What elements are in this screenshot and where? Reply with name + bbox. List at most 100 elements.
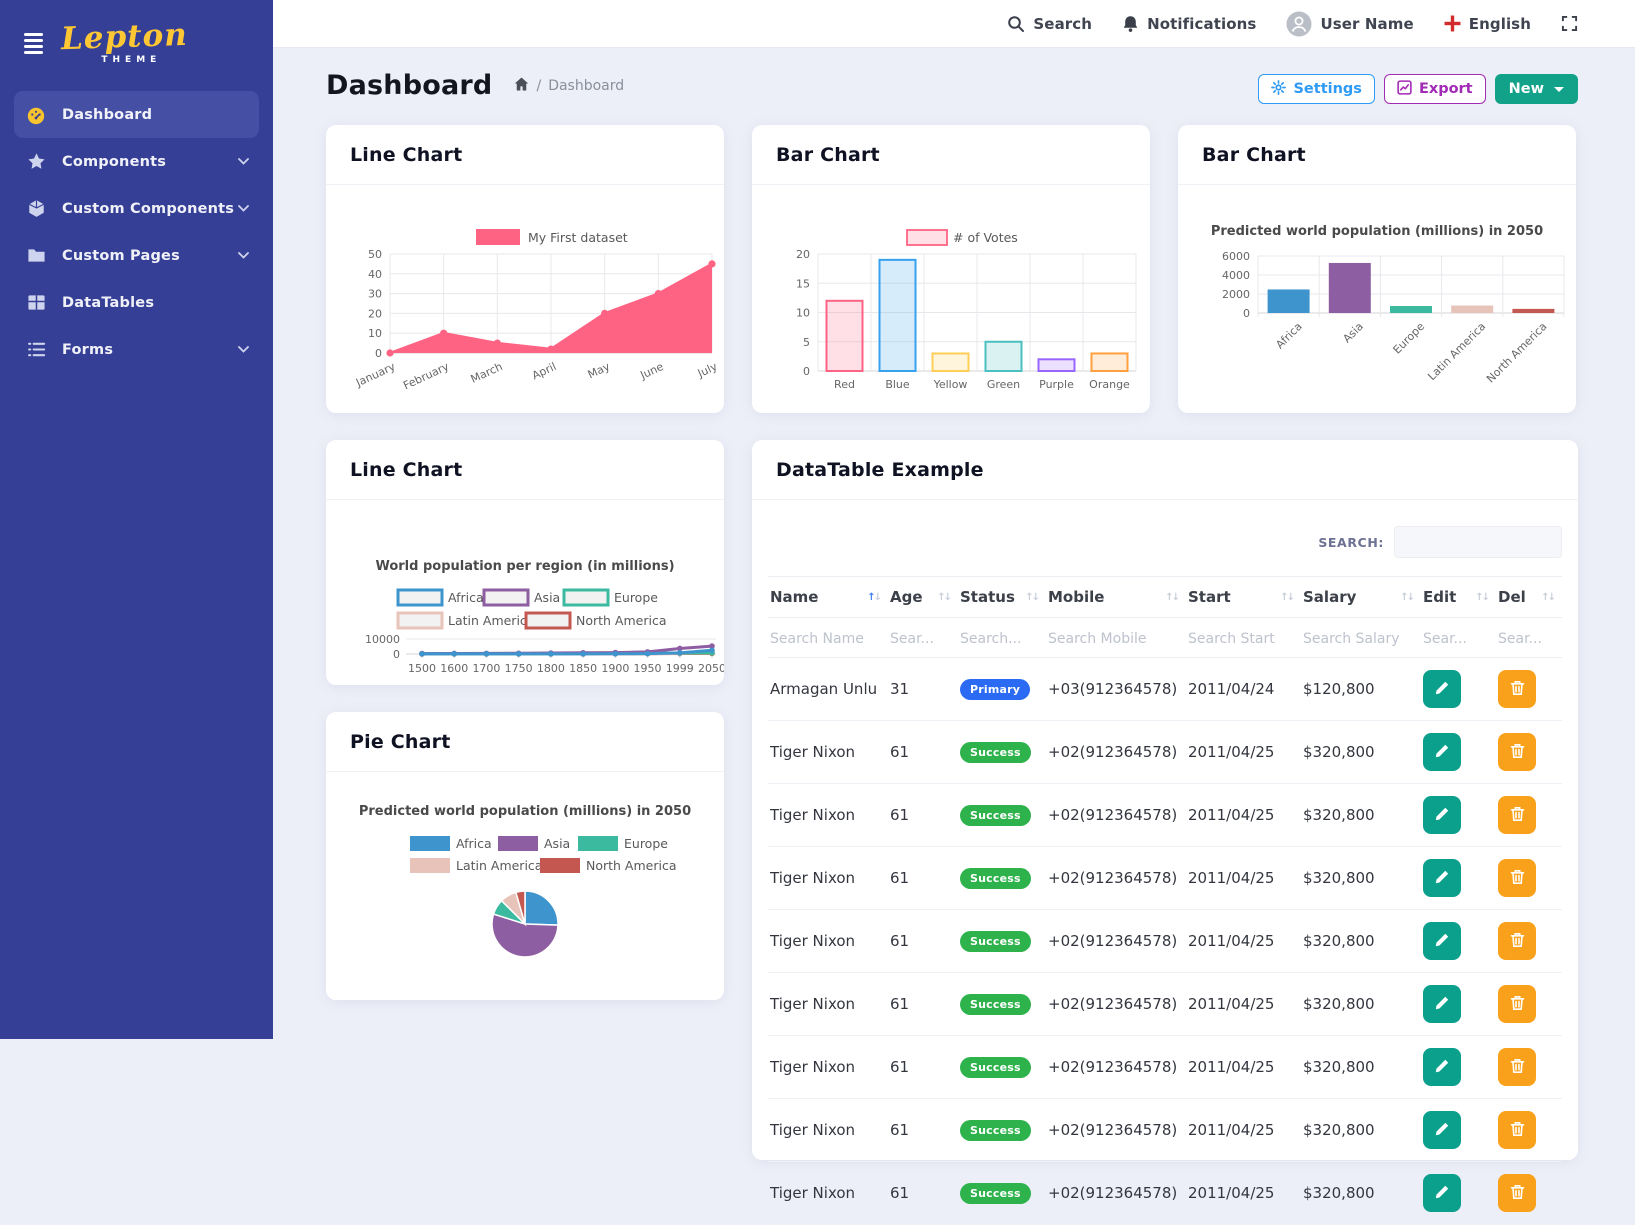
delete-button[interactable] xyxy=(1498,859,1536,897)
datatable-search-input[interactable] xyxy=(1394,526,1562,558)
edit-button[interactable] xyxy=(1423,733,1461,771)
settings-button[interactable]: Settings xyxy=(1258,74,1374,104)
filter-input-del[interactable] xyxy=(1498,631,1551,647)
cell-name: Tiger Nixon xyxy=(768,1036,888,1099)
bell-icon xyxy=(1122,15,1139,33)
svg-text:1850: 1850 xyxy=(569,662,597,675)
menu-toggle-icon[interactable] xyxy=(24,33,43,54)
column-header-salary[interactable]: Salary↑↓ xyxy=(1301,577,1421,618)
table-row: Tiger Nixon61Success+02(912364578)2011/0… xyxy=(768,910,1562,973)
topbar-language[interactable]: English xyxy=(1444,15,1531,33)
delete-button[interactable] xyxy=(1498,985,1536,1023)
status-badge: Success xyxy=(960,994,1031,1015)
chevron-down-icon xyxy=(238,346,249,353)
fullscreen-button[interactable] xyxy=(1561,15,1578,32)
cell-mobile: +02(912364578) xyxy=(1046,1162,1186,1225)
filter-input-name[interactable] xyxy=(770,631,875,647)
svg-text:0: 0 xyxy=(1243,307,1250,320)
topbar-user[interactable]: User Name xyxy=(1286,11,1413,37)
folder-icon xyxy=(26,246,46,266)
toolbar: Settings Export New xyxy=(1258,74,1578,104)
svg-text:1700: 1700 xyxy=(472,662,500,675)
delete-button[interactable] xyxy=(1498,1111,1536,1149)
svg-text:4000: 4000 xyxy=(1222,269,1250,282)
sidebar-item-datatables[interactable]: DataTables xyxy=(14,279,259,326)
sort-icons: ↑↓ xyxy=(1400,592,1413,603)
new-button[interactable]: New xyxy=(1495,74,1578,104)
column-header-del[interactable]: Del↑↓ xyxy=(1496,577,1562,618)
column-header-status[interactable]: Status↑↓ xyxy=(958,577,1046,618)
card-line-chart-2: Line Chart World population per region (… xyxy=(326,440,724,685)
chevron-down-icon xyxy=(238,205,249,212)
edit-button[interactable] xyxy=(1423,859,1461,897)
cell-name: Armagan Unlu xyxy=(768,658,888,721)
column-header-age[interactable]: Age↑↓ xyxy=(888,577,958,618)
trash-icon xyxy=(1510,932,1525,951)
topbar-user-label: User Name xyxy=(1320,15,1413,33)
pencil-icon xyxy=(1434,995,1450,1014)
sidebar-item-dashboard[interactable]: Dashboard xyxy=(14,91,259,138)
sidebar-item-forms[interactable]: Forms xyxy=(14,326,259,373)
cell-start: 2011/04/24 xyxy=(1186,658,1301,721)
topbar-notifications[interactable]: Notifications xyxy=(1122,15,1256,33)
cell-age: 61 xyxy=(888,721,958,784)
page-title: Dashboard xyxy=(326,70,492,101)
column-label: Start xyxy=(1188,588,1231,606)
filter-input-edit[interactable] xyxy=(1423,631,1485,647)
logo[interactable]: Lepton THEME xyxy=(61,22,188,65)
svg-text:10000: 10000 xyxy=(365,633,400,646)
sidebar-item-custom-components[interactable]: Custom Components xyxy=(14,185,259,232)
filter-input-mobile[interactable] xyxy=(1048,631,1172,647)
card-title: Bar Chart xyxy=(776,144,880,166)
svg-text:0: 0 xyxy=(393,648,400,661)
delete-button[interactable] xyxy=(1498,670,1536,708)
filter-input-start[interactable] xyxy=(1188,631,1288,647)
column-header-edit[interactable]: Edit↑↓ xyxy=(1421,577,1496,618)
edit-button[interactable] xyxy=(1423,670,1461,708)
edit-button[interactable] xyxy=(1423,1111,1461,1149)
cell-start: 2011/04/25 xyxy=(1186,1036,1301,1099)
svg-text:Blue: Blue xyxy=(885,378,910,391)
topbar-search[interactable]: Search xyxy=(1007,15,1092,33)
sidebar-item-components[interactable]: Components xyxy=(14,138,259,185)
filter-input-age[interactable] xyxy=(890,631,947,647)
filter-input-status[interactable] xyxy=(960,631,1034,647)
cell-age: 61 xyxy=(888,847,958,910)
delete-button[interactable] xyxy=(1498,796,1536,834)
edit-button[interactable] xyxy=(1423,922,1461,960)
svg-text:6000: 6000 xyxy=(1222,250,1250,263)
sidebar-item-label: Dashboard xyxy=(62,107,152,123)
delete-button[interactable] xyxy=(1498,1048,1536,1086)
delete-button[interactable] xyxy=(1498,1174,1536,1212)
filter-input-salary[interactable] xyxy=(1303,631,1408,647)
column-header-mobile[interactable]: Mobile ↑↓ xyxy=(1046,577,1186,618)
edit-button[interactable] xyxy=(1423,1174,1461,1212)
delete-button[interactable] xyxy=(1498,922,1536,960)
cell-mobile: +02(912364578) xyxy=(1046,973,1186,1036)
population-bar-chart: Predicted world population (millions) in… xyxy=(1178,185,1576,411)
cell-age: 61 xyxy=(888,1099,958,1162)
svg-text:North America: North America xyxy=(586,858,677,873)
column-header-name[interactable]: Name↑↓ xyxy=(768,577,888,618)
breadcrumb-current: Dashboard xyxy=(548,78,624,94)
column-header-start[interactable]: Start↑↓ xyxy=(1186,577,1301,618)
edit-button[interactable] xyxy=(1423,796,1461,834)
cell-name: Tiger Nixon xyxy=(768,784,888,847)
cell-name: Tiger Nixon xyxy=(768,973,888,1036)
export-button[interactable]: Export xyxy=(1384,74,1486,104)
edit-button[interactable] xyxy=(1423,1048,1461,1086)
cell-age: 61 xyxy=(888,1036,958,1099)
cell-age: 31 xyxy=(888,658,958,721)
cell-mobile: +02(912364578) xyxy=(1046,1099,1186,1162)
column-label: Mobile xyxy=(1048,588,1104,606)
column-label: Age xyxy=(890,588,923,606)
sort-icons: ↑↓ xyxy=(1165,592,1178,603)
delete-button[interactable] xyxy=(1498,733,1536,771)
breadcrumb-sep: / xyxy=(536,78,541,94)
svg-text:Orange: Orange xyxy=(1089,378,1130,391)
cell-salary: $320,800 xyxy=(1301,847,1421,910)
home-icon[interactable] xyxy=(514,77,529,95)
sidebar-item-custom-pages[interactable]: Custom Pages xyxy=(14,232,259,279)
edit-button[interactable] xyxy=(1423,985,1461,1023)
cell-status: Success xyxy=(958,847,1046,910)
